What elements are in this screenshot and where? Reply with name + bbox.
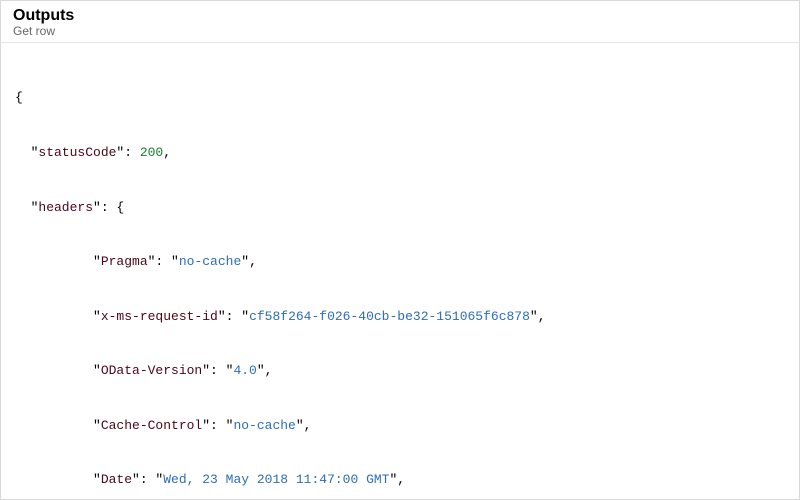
json-line-headers-open: "headers": { [15, 199, 785, 217]
json-output[interactable]: { "statusCode": 200, "headers": { "Pragm… [1, 43, 799, 499]
panel-subtitle: Get row [13, 24, 787, 38]
json-open-brace: { [15, 89, 785, 107]
panel-title: Outputs [13, 7, 787, 25]
json-line-xmsrequestid: "x-ms-request-id": "cf58f264-f026-40cb-b… [15, 308, 785, 326]
json-line-odataversion: "OData-Version": "4.0", [15, 362, 785, 380]
json-line-cachecontrol: "Cache-Control": "no-cache", [15, 417, 785, 435]
outputs-panel: Outputs Get row { "statusCode": 200, "he… [1, 1, 799, 499]
json-line-statuscode: "statusCode": 200, [15, 144, 785, 162]
json-line-date: "Date": "Wed, 23 May 2018 11:47:00 GMT", [15, 471, 785, 489]
panel-header: Outputs Get row [1, 1, 799, 43]
json-line-pragma: "Pragma": "no-cache", [15, 253, 785, 271]
